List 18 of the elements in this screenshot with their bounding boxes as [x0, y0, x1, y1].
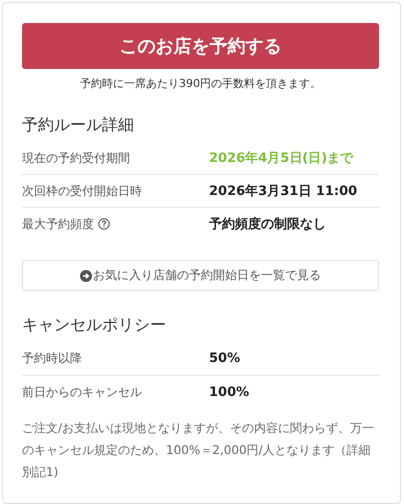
- row-value: 予約頻度の制限なし: [209, 216, 326, 233]
- policy-note: ご注文/お支払いは現地となりますが、その内容に関わらず、万一のキャンセル規定のため、100%＝2,000円/人となります（詳細別記1): [22, 420, 376, 481]
- row-value: 100%: [209, 385, 250, 400]
- reserve-button[interactable]: このお店を予約する: [22, 23, 379, 69]
- favorites-button[interactable]: お気に入り店舗の予約開始日を一覧で見る: [22, 260, 379, 291]
- arrow-circle-icon: [80, 270, 92, 282]
- row-label: 予約時以降: [22, 350, 82, 367]
- section-title: 予約ルール詳細: [22, 115, 135, 136]
- help-icon[interactable]: [98, 218, 110, 230]
- row-label: 次回枠の受付開始日時: [22, 182, 142, 200]
- row-label: 最大予約頻度: [22, 216, 94, 232]
- row-label: 前日からのキャンセル: [22, 384, 142, 401]
- row-value: 2026年3月31日 11:00: [209, 183, 358, 200]
- section-title: キャンセルポリシー: [22, 315, 167, 336]
- row-value: 2026年4月5日(日)まで: [209, 150, 354, 167]
- row-value: 50%: [209, 351, 240, 366]
- fee-note: 予約時に一席あたり390円の手数料を頂きます。: [79, 76, 322, 91]
- row-label: 現在の予約受付期間: [22, 150, 130, 166]
